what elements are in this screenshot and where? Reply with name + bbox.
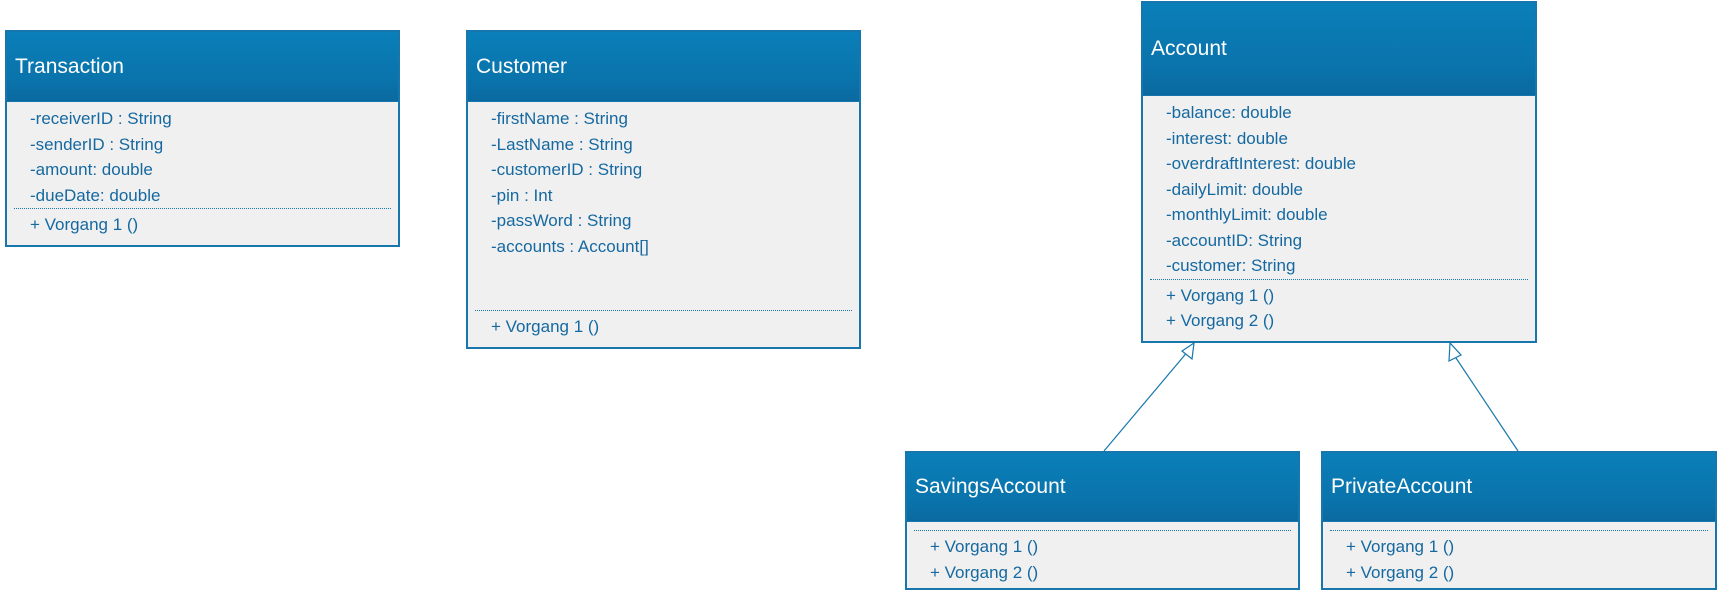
generalization-private-to-account[interactable]: [1448, 341, 1519, 452]
generalization-savings-to-account[interactable]: [1103, 341, 1195, 452]
generalization-arrowhead: [1448, 341, 1462, 362]
relations-layer: [1103, 341, 1519, 452]
